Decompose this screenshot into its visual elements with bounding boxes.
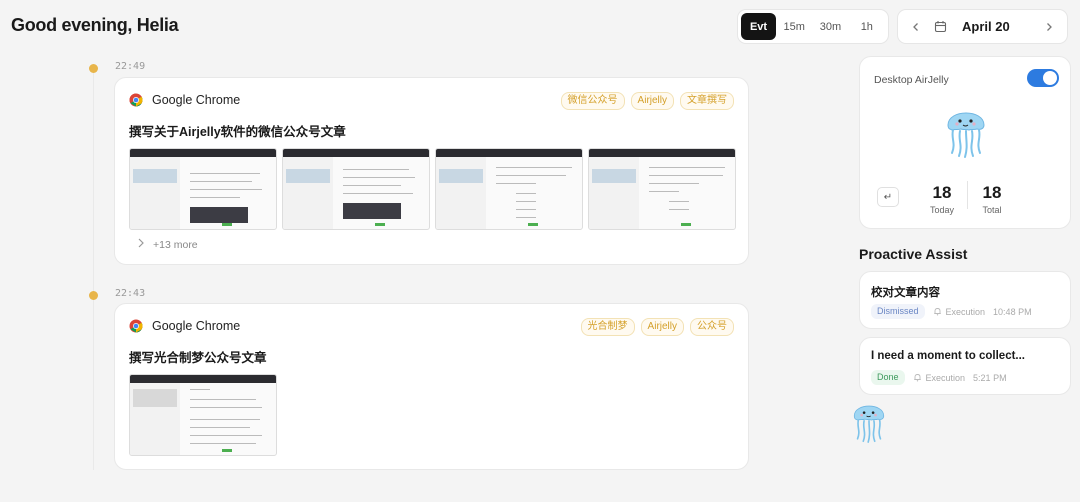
- status-badge: Done: [871, 370, 905, 385]
- tag[interactable]: Airjelly: [640, 318, 684, 336]
- total-stat: 18 Total: [977, 183, 1007, 215]
- event-time: 22:49: [115, 61, 146, 72]
- event-title: 撰写光合制梦公众号文章: [129, 351, 267, 365]
- bell-icon: [933, 307, 942, 316]
- screenshot-thumbnail[interactable]: [129, 148, 277, 230]
- enter-button[interactable]: ↵: [877, 187, 899, 207]
- screenshot-strip: [129, 148, 736, 230]
- chevron-right-icon: [137, 238, 145, 251]
- assistant-toggle[interactable]: [1027, 69, 1059, 87]
- jellyfish-icon: [947, 112, 985, 158]
- timeline-dot: [89, 64, 98, 73]
- screenshot-thumbnail[interactable]: [129, 374, 277, 456]
- bell-icon: [913, 373, 922, 382]
- today-stat: 18 Today: [927, 183, 957, 215]
- proactive-item-kind: Execution: [945, 306, 986, 317]
- screenshot-thumbnail[interactable]: [588, 148, 736, 230]
- screenshot-strip: [129, 374, 277, 456]
- proactive-item-title: 校对文章内容: [871, 287, 940, 299]
- proactive-item-time: 10:48 PM: [993, 306, 1032, 317]
- event-card[interactable]: Google Chrome 微信公众号 Airjelly 文章撰写 撰写关于Ai…: [114, 77, 749, 265]
- timeline-dot: [89, 291, 98, 300]
- tag[interactable]: Airjelly: [630, 92, 674, 110]
- event-title: 撰写关于Airjelly软件的微信公众号文章: [129, 125, 346, 139]
- assistant-card: Desktop AirJelly ↵ 18 Today 18 Total: [859, 56, 1071, 229]
- today-count: 18: [932, 183, 952, 202]
- jellyfish-icon[interactable]: [851, 396, 887, 444]
- date-picker: April 20: [897, 9, 1068, 44]
- app-name: Google Chrome: [152, 319, 241, 333]
- app-header: Google Chrome: [129, 93, 240, 107]
- chrome-icon: [129, 93, 143, 107]
- today-label: Today: [929, 205, 955, 215]
- app-header: Google Chrome: [129, 319, 240, 333]
- proactive-item-meta: Done Execution 5:21 PM: [871, 370, 1007, 385]
- chevron-left-icon[interactable]: [908, 19, 924, 35]
- show-more-button[interactable]: +13 more: [137, 238, 198, 251]
- interval-selector: Evt 15m 30m 1h: [737, 9, 889, 44]
- tag-list: 光合制梦 Airjelly 公众号: [580, 318, 734, 336]
- proactive-item-title: I need a moment to collect...: [871, 350, 1026, 362]
- proactive-item[interactable]: I need a moment to collect... Done Execu…: [859, 337, 1071, 395]
- tag[interactable]: 微信公众号: [560, 92, 625, 110]
- screenshot-thumbnail[interactable]: [282, 148, 430, 230]
- tag[interactable]: 光合制梦: [580, 318, 635, 336]
- proactive-item-time: 5:21 PM: [973, 372, 1007, 383]
- greeting: Good evening, Helia: [11, 15, 179, 35]
- tag[interactable]: 公众号: [690, 318, 734, 336]
- total-count: 18: [982, 183, 1002, 202]
- proactive-item[interactable]: 校对文章内容 Dismissed Execution 10:48 PM: [859, 271, 1071, 329]
- interval-1h[interactable]: 1h: [849, 13, 885, 40]
- proactive-assist-title: Proactive Assist: [859, 246, 968, 262]
- interval-30m[interactable]: 30m: [812, 13, 848, 40]
- current-date[interactable]: April 20: [962, 19, 1041, 34]
- calendar-icon[interactable]: [934, 20, 948, 34]
- chevron-right-icon[interactable]: [1041, 19, 1057, 35]
- event-time: 22:43: [115, 288, 146, 299]
- show-more-label: +13 more: [153, 238, 198, 251]
- app-name: Google Chrome: [152, 93, 241, 107]
- chrome-icon: [129, 319, 143, 333]
- tag[interactable]: 文章撰写: [680, 92, 734, 110]
- proactive-item-meta: Dismissed Execution 10:48 PM: [871, 304, 1032, 319]
- total-label: Total: [982, 205, 1002, 215]
- screenshot-thumbnail[interactable]: [435, 148, 583, 230]
- tag-list: 微信公众号 Airjelly 文章撰写: [560, 92, 734, 110]
- status-badge: Dismissed: [871, 304, 925, 319]
- assistant-label: Desktop AirJelly: [874, 74, 949, 86]
- proactive-item-kind: Execution: [925, 372, 966, 383]
- timeline-line: [93, 70, 94, 470]
- interval-evt[interactable]: Evt: [741, 13, 776, 40]
- interval-15m[interactable]: 15m: [776, 13, 812, 40]
- event-card[interactable]: Google Chrome 光合制梦 Airjelly 公众号 撰写光合制梦公众…: [114, 303, 749, 470]
- stat-divider: [967, 181, 968, 209]
